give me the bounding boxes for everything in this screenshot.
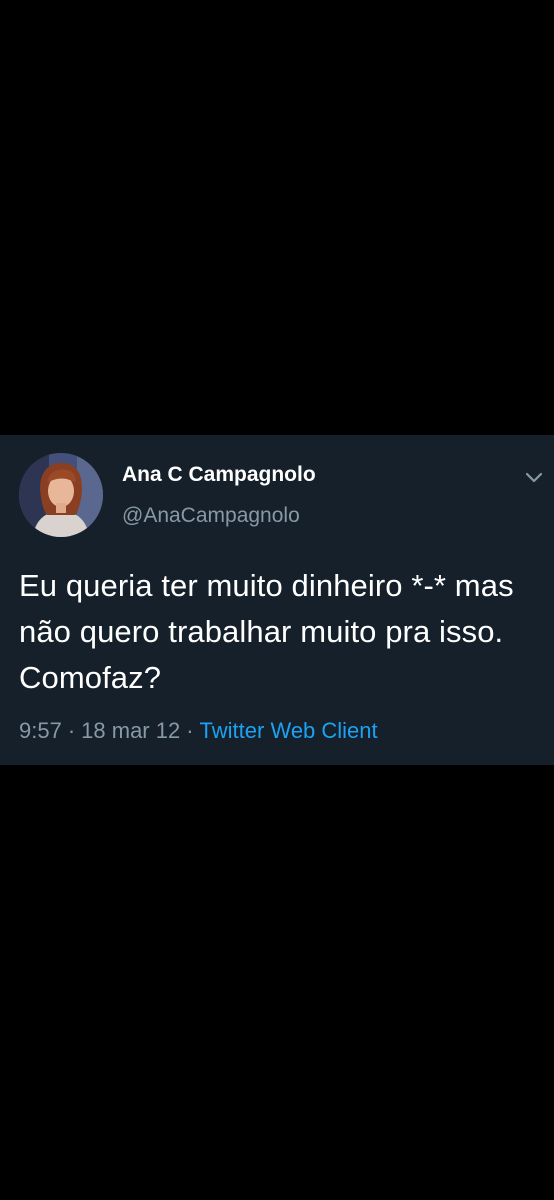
display-name[interactable]: Ana C Campagnolo	[122, 463, 316, 487]
separator: ·	[67, 718, 76, 743]
avatar[interactable]	[19, 453, 103, 537]
tweet-date[interactable]: 18 mar 12	[81, 718, 180, 743]
tweet-text: Eu queria ter muito dinheiro *-* mas não…	[19, 568, 514, 695]
avatar-image	[19, 453, 103, 537]
separator: ·	[186, 718, 194, 743]
source-link[interactable]: Twitter Web Client	[200, 718, 378, 743]
chevron-down-icon[interactable]	[524, 471, 544, 485]
tweet-card[interactable]: Ana C Campagnolo @AnaCampagnolo Eu queri…	[0, 435, 554, 765]
tweet-time[interactable]: 9:57	[19, 718, 62, 743]
username-handle[interactable]: @AnaCampagnolo	[122, 504, 300, 528]
tweet-meta: 9:57 · 18 mar 12 · Twitter Web Client	[19, 718, 378, 744]
